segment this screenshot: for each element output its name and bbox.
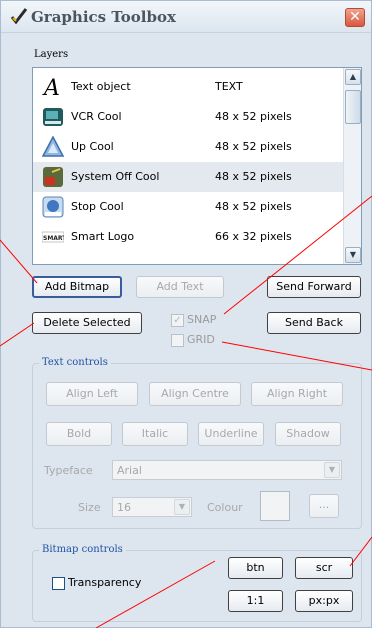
typeface-select[interactable]: Arial ▼ <box>112 460 342 480</box>
bold-button[interactable]: Bold <box>46 422 112 446</box>
chevron-down-icon: ▼ <box>349 250 357 259</box>
svg-text:SMART: SMART <box>43 235 64 242</box>
scr-button[interactable]: scr <box>295 557 353 579</box>
close-button[interactable]: ✕ <box>345 8 365 27</box>
grid-checkbox[interactable]: GRID <box>171 333 215 347</box>
scroll-thumb[interactable] <box>345 90 361 124</box>
layer-name: Stop Cool <box>71 200 124 213</box>
align-left-button[interactable]: Align Left <box>46 382 138 406</box>
add-bitmap-button[interactable]: Add Bitmap <box>32 276 122 298</box>
layer-size: 66 x 32 pixels <box>215 230 292 243</box>
align-right-button[interactable]: Align Right <box>251 382 343 406</box>
send-forward-button[interactable]: Send Forward <box>267 276 361 298</box>
size-label: Size <box>78 501 101 514</box>
grid-label: GRID <box>187 333 215 346</box>
transparency-label: Transparency <box>68 576 142 589</box>
one-to-one-button[interactable]: 1:1 <box>228 590 283 612</box>
window-title: Graphics Toolbox <box>31 8 176 26</box>
scroll-up-button[interactable]: ▲ <box>345 69 361 85</box>
layer-size: 48 x 52 pixels <box>215 110 292 123</box>
layer-size: 48 x 52 pixels <box>215 170 292 183</box>
list-item[interactable]: SMART Smart Logo 66 x 32 pixels <box>33 222 343 252</box>
btn-button[interactable]: btn <box>228 557 283 579</box>
size-select[interactable]: 16 ▼ <box>112 497 192 517</box>
chevron-up-icon: ▲ <box>349 72 357 81</box>
send-back-button[interactable]: Send Back <box>267 312 361 334</box>
layer-size: 48 x 52 pixels <box>215 140 292 153</box>
snap-label: SNAP <box>187 313 217 326</box>
video-icon <box>43 108 63 126</box>
layer-size: TEXT <box>215 80 243 93</box>
add-text-button[interactable]: Add Text <box>136 276 224 298</box>
align-centre-button[interactable]: Align Centre <box>149 382 241 406</box>
bitmap-controls-title: Bitmap controls <box>39 544 126 555</box>
svg-text:A: A <box>42 76 60 98</box>
underline-button[interactable]: Underline <box>198 422 264 446</box>
px-px-button[interactable]: px:px <box>295 590 353 612</box>
layer-name: Up Cool <box>71 140 114 153</box>
colour-picker-button[interactable]: ... <box>309 494 339 518</box>
text-controls-title: Text controls <box>39 357 111 368</box>
list-item[interactable]: A Text object TEXT <box>33 72 343 102</box>
power-icon <box>43 167 63 187</box>
delete-selected-button[interactable]: Delete Selected <box>32 312 142 334</box>
size-value: 16 <box>117 501 131 514</box>
graphics-toolbox-window: Graphics Toolbox ✕ Layers A Text object … <box>0 0 372 628</box>
italic-button[interactable]: Italic <box>122 422 188 446</box>
pencil-check-icon <box>10 8 28 25</box>
list-item[interactable]: VCR Cool 48 x 52 pixels <box>33 102 343 132</box>
colour-swatch[interactable] <box>260 491 290 521</box>
layer-name: VCR Cool <box>71 110 122 123</box>
layers-list[interactable]: A Text object TEXT VCR Cool 48 x 52 pixe… <box>32 67 362 265</box>
checkbox-box <box>171 333 184 347</box>
vertical-scrollbar[interactable]: ▲ ▼ <box>343 68 361 264</box>
layer-name: System Off Cool <box>71 170 160 183</box>
logo-icon: SMART <box>42 231 64 243</box>
close-icon: ✕ <box>349 9 361 25</box>
title-bar[interactable]: Graphics Toolbox ✕ <box>1 1 371 33</box>
colour-label: Colour <box>207 501 243 514</box>
scroll-down-button[interactable]: ▼ <box>345 247 361 263</box>
layer-name: Smart Logo <box>71 230 135 243</box>
list-item-selected[interactable]: System Off Cool 48 x 52 pixels <box>33 162 343 192</box>
checkmark-icon: ✓ <box>171 313 184 327</box>
transparency-checkbox[interactable]: Transparency <box>52 576 141 590</box>
layer-name: Text object <box>71 80 131 93</box>
up-arrow-icon <box>42 136 64 157</box>
layers-label: Layers <box>34 49 69 60</box>
shadow-button[interactable]: Shadow <box>275 422 341 446</box>
stop-icon <box>42 196 64 218</box>
chevron-down-icon: ▼ <box>324 462 340 478</box>
typeface-value: Arial <box>117 464 142 477</box>
snap-checkbox[interactable]: ✓ SNAP <box>171 313 216 327</box>
checkbox-box <box>52 576 65 590</box>
typeface-label: Typeface <box>44 464 93 477</box>
list-item[interactable]: Up Cool 48 x 52 pixels <box>33 132 343 162</box>
list-item[interactable]: Stop Cool 48 x 52 pixels <box>33 192 343 222</box>
chevron-down-icon: ▼ <box>174 499 190 515</box>
layer-size: 48 x 52 pixels <box>215 200 292 213</box>
text-letter-icon: A <box>42 76 60 98</box>
